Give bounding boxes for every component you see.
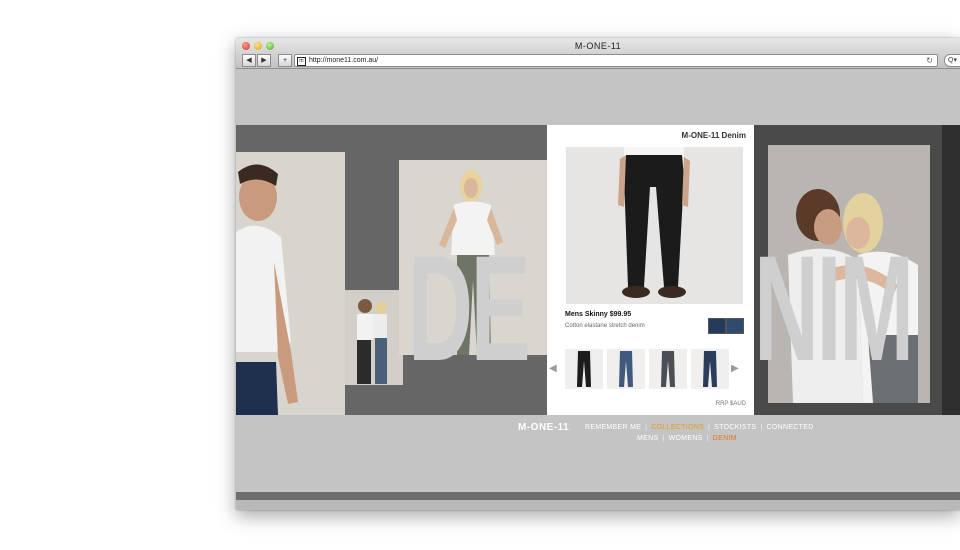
- add-bookmark-button[interactable]: +: [278, 54, 292, 67]
- color-swatch-dark[interactable]: [708, 318, 726, 334]
- hero-photo-couple-small[interactable]: [345, 290, 403, 385]
- browser-titlebar: M-ONE-11 ◀ ▶ + m http://mone11.com.au/ ↻ …: [236, 38, 960, 69]
- secondary-nav: MENS | WOMENS | DENIM: [637, 435, 737, 442]
- color-swatch-indigo[interactable]: [726, 318, 744, 334]
- nav-separator: |: [706, 435, 709, 442]
- thumbnail-black-skinny[interactable]: [565, 349, 603, 389]
- nav-separator: |: [760, 424, 763, 431]
- search-icon: Q▾: [948, 57, 957, 64]
- primary-nav: REMEMBER ME | COLLECTIONS | STOCKISTS | CONNEC…: [585, 424, 814, 431]
- thumbnail-mid-blue[interactable]: [607, 349, 645, 389]
- product-description: Cotton elastane stretch denim: [565, 323, 645, 329]
- reload-icon[interactable]: ↻: [926, 55, 933, 66]
- site-logo[interactable]: M-ONE-11: [518, 422, 569, 433]
- forward-icon: ▶: [261, 57, 267, 64]
- product-panel-title: M-ONE-11 Denim: [681, 131, 746, 140]
- window-title: M-ONE-11: [574, 41, 622, 51]
- hero-photo-couple-right[interactable]: NIM: [754, 125, 960, 415]
- product-thumbnail-strip: ◀ ▶: [549, 349, 746, 391]
- page-bottom-bar: [236, 492, 960, 500]
- nav-denim[interactable]: DENIM: [713, 435, 737, 442]
- product-panel: M-ONE-11 Denim Mens Skinny $99.95 Cotton…: [547, 125, 754, 415]
- nav-collections[interactable]: COLLECTIONS: [651, 424, 704, 431]
- black-jeans-image: [618, 147, 690, 298]
- url-text: http://mone11.com.au/: [309, 57, 379, 64]
- nav-connected[interactable]: CONNECTED: [767, 424, 814, 431]
- product-main-image[interactable]: [566, 147, 743, 304]
- page-content: DE M-ONE-11 Denim Mens Skinny $99.95 Cot…: [236, 69, 960, 510]
- thumb-black-image: [577, 351, 591, 387]
- nav-remember-me[interactable]: REMEMBER ME: [585, 424, 641, 431]
- forward-button[interactable]: ▶: [257, 54, 271, 67]
- nav-mens[interactable]: MENS: [637, 435, 658, 442]
- back-button[interactable]: ◀: [242, 54, 256, 67]
- thumbnail-dark-blue[interactable]: [691, 349, 729, 389]
- hero-big-text-left: DE: [408, 224, 531, 392]
- back-icon: ◀: [246, 57, 252, 64]
- thumb-grey-image: [661, 351, 675, 387]
- couple-small-image: [357, 299, 387, 384]
- hero-banner: DE M-ONE-11 Denim Mens Skinny $99.95 Cot…: [236, 125, 960, 415]
- thumbnail-grey-wash[interactable]: [649, 349, 687, 389]
- nav-separator: |: [662, 435, 665, 442]
- nav-stockists[interactable]: STOCKISTS: [714, 424, 756, 431]
- man-figure-image: [236, 164, 298, 415]
- hero-big-text-right: NIM: [754, 224, 914, 392]
- product-name-price: Mens Skinny $99.95: [565, 311, 632, 318]
- plus-icon: +: [282, 57, 288, 64]
- address-bar[interactable]: m http://mone11.com.au/ ↻: [294, 54, 938, 67]
- nav-separator: |: [708, 424, 711, 431]
- site-footer-nav: M-ONE-11 REMEMBER ME | COLLECTIONS | STOCKIS…: [236, 415, 960, 455]
- page-bottom-strip: [236, 500, 960, 510]
- search-field[interactable]: Q▾: [944, 54, 960, 67]
- thumbs-prev-icon[interactable]: ◀: [549, 363, 557, 374]
- thumb-midblue-image: [619, 351, 633, 387]
- nav-womens[interactable]: WOMENS: [669, 435, 703, 442]
- browser-window: M-ONE-11 ◀ ▶ + m http://mone11.com.au/ ↻ …: [236, 38, 960, 510]
- site-favicon-icon: m: [297, 57, 306, 66]
- rrp-note: RRP $AUD: [715, 401, 746, 407]
- thumb-darkblue-image: [703, 351, 717, 387]
- thumbs-next-icon[interactable]: ▶: [731, 363, 739, 374]
- photo-edge-dark: [942, 125, 960, 415]
- hero-photo-man[interactable]: [236, 152, 345, 415]
- nav-separator: |: [645, 424, 648, 431]
